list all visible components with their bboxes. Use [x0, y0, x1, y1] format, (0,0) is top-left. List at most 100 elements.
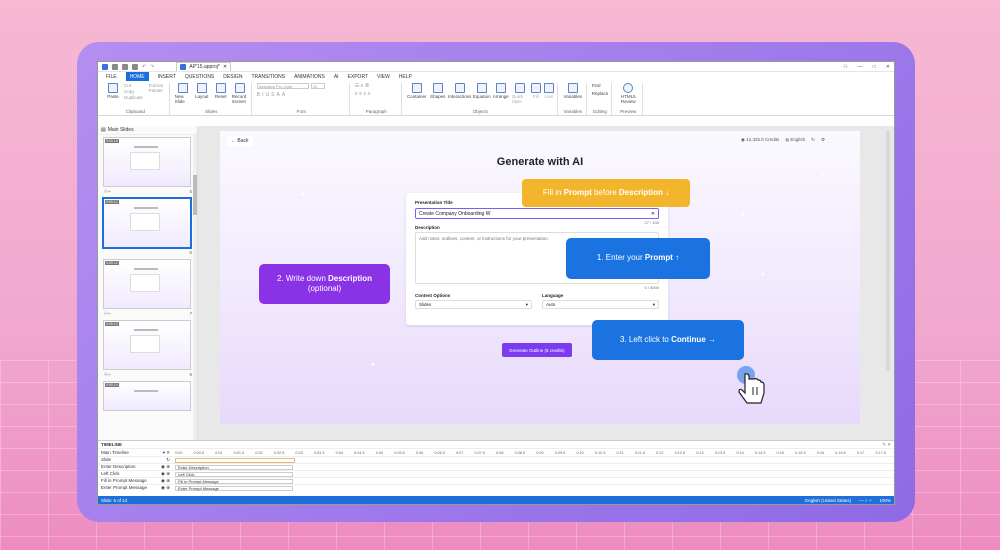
row-bar[interactable]: Fill in Prompt Message — [175, 478, 293, 484]
timeline-row[interactable]: Enter Prompt Message ◉ ⊕ Enter Prompt Mess… — [98, 484, 894, 491]
back-button[interactable]: ← Back — [227, 136, 253, 146]
callout-write-description[interactable]: 2. Write down Description (optional) — [259, 264, 390, 304]
quick-style-button[interactable]: Quick Style — [512, 83, 528, 104]
layout-button[interactable]: Layout — [194, 83, 210, 99]
shapes-button[interactable]: Shapes — [430, 83, 446, 99]
eye-icon[interactable]: ◉ ⊕ — [161, 464, 170, 470]
callout-fill-prompt[interactable]: Fill in Prompt before Description ↓ — [522, 179, 690, 207]
html5-review-button[interactable]: HTML5 Review — [617, 83, 639, 104]
paste-button[interactable]: Paste — [105, 83, 121, 99]
slide-thumb[interactable]: 0:00.12 — [103, 259, 191, 309]
font-family-select[interactable]: Assistant Pro Light — [256, 83, 309, 89]
title-input[interactable]: Create Company Onboarding W ✕ — [415, 208, 659, 219]
cut-button[interactable]: Cut — [124, 83, 143, 88]
duplicate-button[interactable]: Duplicate — [124, 95, 143, 100]
bold-icon[interactable]: B — [257, 92, 260, 98]
minimize-button[interactable]: — — [858, 64, 863, 70]
new-slide-button[interactable]: New Slide — [175, 83, 191, 104]
new-file-icon[interactable] — [112, 63, 118, 70]
menu-animations[interactable]: ANIMATIONS — [294, 74, 325, 80]
save-icon[interactable] — [132, 63, 138, 70]
font-size-select[interactable]: 20 — [310, 83, 325, 89]
menu-design[interactable]: DESIGN — [223, 74, 242, 80]
close-button[interactable]: ✕ — [886, 64, 890, 70]
eye-icon[interactable]: ◉ ⊕ — [161, 478, 170, 484]
redo-icon[interactable]: ↷ — [150, 64, 154, 70]
new-slide-icon — [177, 83, 188, 93]
font-color-icon[interactable]: A — [276, 92, 279, 98]
maximize-button[interactable]: □ — [873, 64, 876, 70]
strike-icon[interactable]: S — [271, 92, 274, 98]
interactions-button[interactable]: Interactions — [448, 83, 471, 99]
timeline-row[interactable]: Slide ↻ — [98, 456, 894, 463]
callout-continue[interactable]: 3. Left click to Continue → — [592, 320, 744, 360]
history-icon[interactable]: ↻ — [811, 137, 815, 143]
settings-icon[interactable]: ⚙ — [821, 137, 825, 143]
open-file-icon[interactable] — [122, 63, 128, 70]
main-timeline-select[interactable]: Main Timeline ▾ ✕ — [98, 450, 173, 456]
menu-questions[interactable]: QUESTIONS — [185, 74, 214, 80]
equation-button[interactable]: Equation — [473, 83, 491, 99]
account-icon[interactable]: ⚇ — [843, 64, 847, 70]
slide-thumb-selected[interactable]: 0:00.12 — [102, 197, 192, 249]
title-input-value: Create Company Onboarding W — [419, 210, 491, 217]
menu-ai[interactable]: AI — [334, 74, 339, 80]
menu-transitions[interactable]: TRANSITIONS — [251, 74, 285, 80]
row-bar[interactable] — [175, 457, 295, 463]
editing-group: Find Replace Editing — [589, 83, 613, 115]
slides-scroll-thumb[interactable] — [193, 175, 197, 215]
row-bar[interactable]: Enter Description — [175, 464, 293, 470]
menu-export[interactable]: EXPORT — [348, 74, 368, 80]
copy-button[interactable]: Copy — [124, 89, 143, 94]
clear-icon[interactable]: ✕ — [651, 211, 655, 217]
menu-file[interactable]: FILE — [106, 74, 117, 80]
container-button[interactable]: Container — [407, 83, 427, 99]
slide-thumb[interactable]: 0:00.18 — [103, 137, 191, 187]
callout-text-pre: 1. Enter your — [596, 253, 645, 263]
paste-label: Paste — [107, 94, 119, 99]
reset-button[interactable]: Reset — [213, 83, 229, 99]
variables-button[interactable]: Variables — [563, 83, 583, 99]
find-button[interactable]: Find — [592, 83, 601, 88]
menu-view[interactable]: VIEW — [377, 74, 390, 80]
content-options-select[interactable]: Slides ▾ — [415, 300, 532, 309]
ruler-tick: 0:03 — [295, 450, 303, 455]
format-painter-button[interactable]: Format Painter — [146, 83, 166, 93]
close-tab-icon[interactable]: ✕ — [223, 64, 227, 70]
ruler-tick: 0:06.5 — [434, 450, 445, 455]
menu-home[interactable]: HOME — [125, 72, 149, 81]
slides-scrollbar[interactable] — [193, 135, 197, 440]
slide-thumb[interactable]: 0:00.13 — [103, 320, 191, 370]
eye-icon[interactable]: ◉ ⊕ — [161, 471, 170, 477]
record-screen-button[interactable]: Record Screen — [232, 83, 248, 104]
timeline-row[interactable]: Fill in Prompt Message ◉ ⊕ Fill in Prompt … — [98, 477, 894, 484]
slide-thumb[interactable]: 0:00.14 — [103, 381, 191, 411]
underline-icon[interactable]: U — [266, 92, 270, 98]
line-button[interactable]: Line — [543, 83, 554, 99]
row-bar[interactable]: Enter Prompt Message — [175, 485, 293, 491]
language-options-select[interactable]: Auto ▾ — [542, 300, 659, 309]
eye-icon[interactable]: ◉ ⊕ — [161, 485, 170, 491]
fill-button[interactable]: Fill — [530, 83, 541, 99]
menu-help[interactable]: HELP — [399, 74, 412, 80]
italic-icon[interactable]: I — [262, 92, 263, 98]
menu-insert[interactable]: INSERT — [158, 74, 176, 80]
slides-panel-title[interactable]: Main Slides — [108, 127, 134, 133]
document-tab[interactable]: AP'15.approj* ✕ — [176, 62, 232, 71]
timeline-ruler[interactable]: 0:00 0:00.5 0:01 0:01.5 0:02 0:02.5 0:03 0:03.5… — [173, 451, 894, 455]
timeline-row[interactable]: Left Click ◉ ⊕ Left Click — [98, 470, 894, 477]
callout-enter-prompt[interactable]: 1. Enter your Prompt ↑ — [566, 238, 710, 279]
row-bar[interactable]: Left Click — [175, 471, 293, 477]
timeline-close-icon[interactable]: ✎ ✕ — [882, 442, 891, 448]
language-select[interactable]: ◍ English — [785, 137, 805, 143]
arrange-button[interactable]: Arrange — [493, 83, 509, 99]
canvas-scrollbar[interactable] — [886, 131, 890, 371]
undo-icon[interactable]: ↶ — [142, 64, 146, 70]
list-icon[interactable]: ☰ ≡ ≣ — [355, 83, 369, 89]
zoom-slider[interactable]: — ○ + — [859, 498, 871, 503]
generate-outline-button[interactable]: Generate Outline (5 credits) — [502, 343, 572, 357]
highlight-icon[interactable]: A — [282, 92, 285, 98]
timeline-row[interactable]: Enter Description ◉ ⊕ Enter Description — [98, 463, 894, 470]
align-icon[interactable]: ≡ ≡ ≡ ≡ — [355, 91, 371, 97]
replace-button[interactable]: Replace — [592, 91, 609, 96]
